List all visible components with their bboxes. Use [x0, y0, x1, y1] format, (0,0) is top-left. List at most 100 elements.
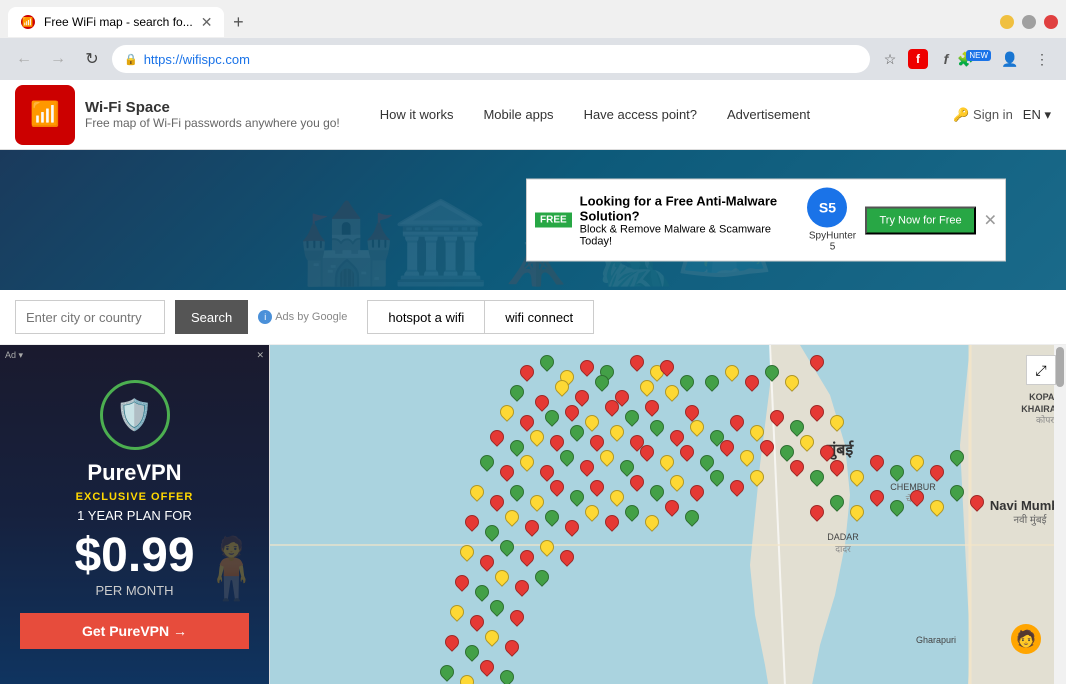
map-pin[interactable]	[622, 407, 642, 427]
map-pin[interactable]	[567, 422, 587, 442]
map-pin[interactable]	[577, 357, 597, 377]
map-pin[interactable]	[517, 547, 537, 567]
map-pin[interactable]	[477, 552, 497, 572]
map-pin[interactable]	[627, 472, 647, 492]
map-pin[interactable]	[507, 382, 527, 402]
maximize-button[interactable]	[1022, 15, 1036, 29]
map-pin[interactable]	[547, 432, 567, 452]
map-pin[interactable]	[622, 502, 642, 522]
scroll-thumb[interactable]	[1056, 347, 1064, 387]
map-pin[interactable]	[707, 467, 727, 487]
map-pin[interactable]	[947, 482, 967, 502]
map-pin[interactable]	[582, 412, 602, 432]
wifi-connect-tab[interactable]: wifi connect	[484, 300, 594, 334]
nav-advertisement[interactable]: Advertisement	[712, 97, 825, 132]
map-pin[interactable]	[702, 372, 722, 392]
refresh-button[interactable]: ↻	[78, 45, 106, 73]
map-pin[interactable]	[527, 427, 547, 447]
map-pin[interactable]	[767, 407, 787, 427]
map-pin[interactable]	[522, 517, 542, 537]
map-pin[interactable]	[847, 502, 867, 522]
map-pin[interactable]	[512, 577, 532, 597]
map-pin[interactable]	[562, 517, 582, 537]
map-pin[interactable]	[967, 492, 987, 512]
map-pin[interactable]	[467, 612, 487, 632]
map-pin[interactable]	[907, 487, 927, 507]
map-pin[interactable]	[497, 402, 517, 422]
nav-have-access-point[interactable]: Have access point?	[569, 97, 712, 132]
map-pin[interactable]	[757, 437, 777, 457]
map-pin[interactable]	[887, 497, 907, 517]
map-pin[interactable]	[607, 422, 627, 442]
map-pin[interactable]	[537, 537, 557, 557]
map-pin[interactable]	[532, 567, 552, 587]
map-pin[interactable]	[737, 447, 757, 467]
map-pin[interactable]	[787, 417, 807, 437]
map-pin[interactable]	[782, 372, 802, 392]
map-pin[interactable]	[487, 492, 507, 512]
search-button[interactable]: Search	[175, 300, 248, 334]
map-pin[interactable]	[682, 507, 702, 527]
map-pin[interactable]	[437, 662, 457, 682]
font-icon[interactable]: f	[932, 45, 960, 73]
map-pin[interactable]	[457, 672, 477, 684]
sign-in-link[interactable]: 🔑 Sign in	[953, 107, 1013, 123]
map-expand-button[interactable]: ⤢	[1026, 355, 1056, 385]
map-pin[interactable]	[847, 467, 867, 487]
map-pin[interactable]	[487, 427, 507, 447]
map-pin[interactable]	[807, 467, 827, 487]
map-pin[interactable]	[542, 507, 562, 527]
map-pin[interactable]	[502, 507, 522, 527]
map-pin[interactable]	[587, 477, 607, 497]
map-pin[interactable]	[517, 412, 537, 432]
map-pin[interactable]	[472, 582, 492, 602]
map-pin[interactable]	[487, 597, 507, 617]
new-tab-button[interactable]: +	[224, 8, 252, 36]
map-pin[interactable]	[647, 417, 667, 437]
scroll-bar[interactable]	[1054, 345, 1066, 684]
map-pin[interactable]	[807, 352, 827, 372]
map-pin[interactable]	[587, 432, 607, 452]
map-pin[interactable]	[947, 447, 967, 467]
map-pin[interactable]	[557, 447, 577, 467]
map-pin[interactable]	[827, 412, 847, 432]
map-pin[interactable]	[532, 392, 552, 412]
map-pin[interactable]	[722, 362, 742, 382]
map-pin[interactable]	[742, 372, 762, 392]
map-pin[interactable]	[542, 407, 562, 427]
map-pin[interactable]	[642, 512, 662, 532]
ad-cta-button[interactable]: Try Now for Free	[865, 206, 975, 234]
street-view-person[interactable]: 🧑	[1011, 624, 1041, 654]
map-pin[interactable]	[507, 437, 527, 457]
map-pin[interactable]	[502, 637, 522, 657]
menu-icon[interactable]: ⋮	[1028, 45, 1056, 73]
forward-button[interactable]: →	[44, 45, 72, 73]
map-pin[interactable]	[452, 572, 472, 592]
map-pin[interactable]	[462, 512, 482, 532]
map-pin[interactable]	[642, 397, 662, 417]
map-pin[interactable]	[797, 432, 817, 452]
map-pin[interactable]	[727, 477, 747, 497]
map-pin[interactable]	[667, 472, 687, 492]
map-pin[interactable]	[602, 512, 622, 532]
purevpn-cta-button[interactable]: Get PureVPN →	[20, 613, 249, 649]
ad-close-button[interactable]: ✕	[984, 210, 997, 230]
active-tab[interactable]: 📶 Free WiFi map - search fo... ✕	[8, 7, 224, 37]
map-area[interactable]: 48 548 66 66 348 104 KOPAR KHAIRANE कोपर…	[270, 345, 1066, 684]
map-pin[interactable]	[907, 452, 927, 472]
map-pin[interactable]	[762, 362, 782, 382]
map-pin[interactable]	[667, 427, 687, 447]
map-pin[interactable]	[617, 457, 637, 477]
map-pin[interactable]	[447, 602, 467, 622]
map-pin[interactable]	[727, 412, 747, 432]
map-pin[interactable]	[807, 402, 827, 422]
map-pin[interactable]	[517, 452, 537, 472]
map-pin[interactable]	[747, 422, 767, 442]
map-pin[interactable]	[482, 627, 502, 647]
close-button[interactable]	[1044, 15, 1058, 29]
map-pin[interactable]	[647, 482, 667, 502]
map-pin[interactable]	[637, 377, 657, 397]
hotspot-tab[interactable]: hotspot a wifi	[367, 300, 484, 334]
map-pin[interactable]	[462, 642, 482, 662]
map-pin[interactable]	[677, 372, 697, 392]
